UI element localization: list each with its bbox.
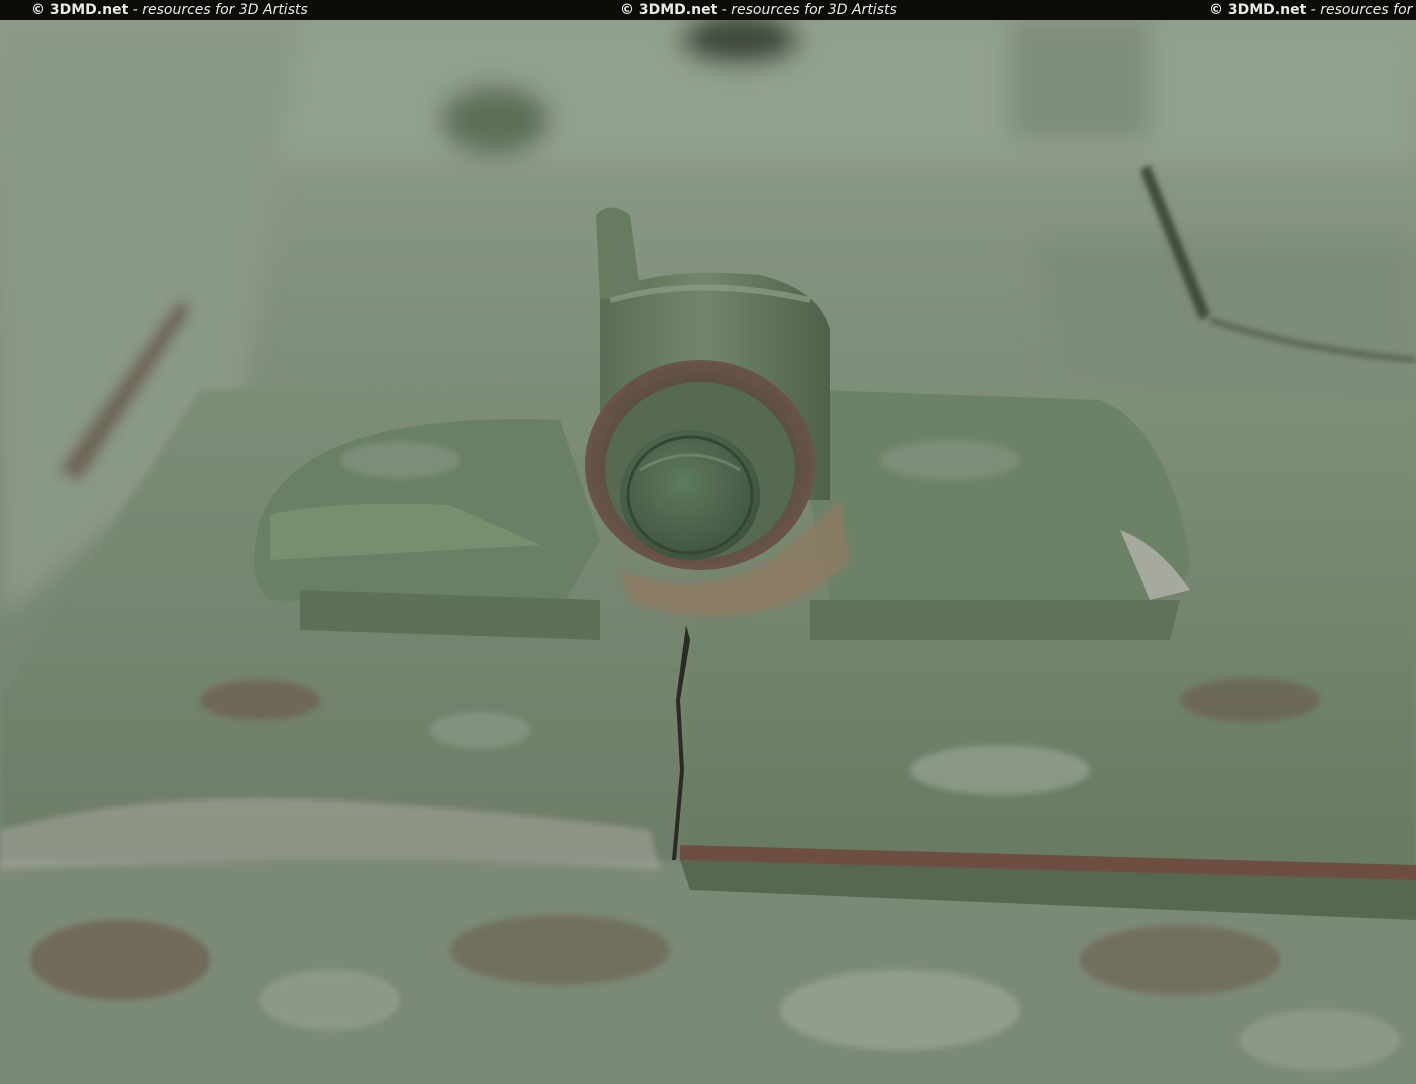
watermark-separator: -: [1310, 2, 1316, 18]
watermark-tagline: resources for 3D Artists: [142, 2, 308, 18]
watermark-center: © 3DMD.net - resources for 3D Artists: [620, 0, 897, 20]
hinge-photo: [0, 20, 1416, 1084]
watermark-right: © 3DMD.net - resources for 3D Artists: [1209, 0, 1416, 20]
watermark-tagline: resources for 3D Artists: [731, 2, 897, 18]
watermark-separator: -: [132, 2, 138, 18]
watermark-bar: © 3DMD.net - resources for 3D Artists © …: [0, 0, 1416, 20]
watermark-brand: © 3DMD.net: [620, 2, 718, 18]
watermark-separator: -: [721, 2, 727, 18]
watermark-brand: © 3DMD.net: [1209, 2, 1307, 18]
watermark-left: © 3DMD.net - resources for 3D Artists: [31, 0, 308, 20]
watermark-brand: © 3DMD.net: [31, 2, 129, 18]
watermark-tagline: resources for 3D Artists: [1320, 2, 1416, 18]
